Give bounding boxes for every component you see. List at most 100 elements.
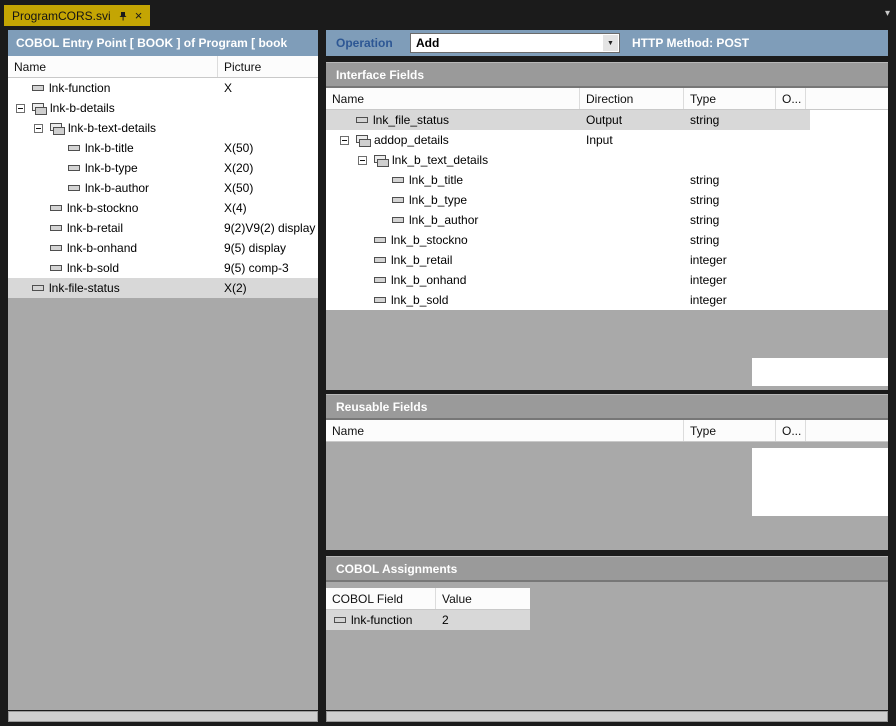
table-row[interactable]: lnk-b-details <box>8 98 318 118</box>
table-row[interactable]: lnk-function X <box>8 78 318 98</box>
field-name: lnk_b_retail <box>391 253 452 267</box>
table-row[interactable]: lnk-b-author X(50) <box>8 178 318 198</box>
column-header-occurs[interactable]: O... <box>776 88 806 109</box>
picture-value: X(20) <box>218 158 318 178</box>
field-icon <box>374 297 386 303</box>
table-row[interactable]: lnk_b_stockno string <box>326 230 888 250</box>
type-value: integer <box>684 250 776 270</box>
table-row-selected[interactable]: lnk-function 2 <box>326 610 530 630</box>
table-row[interactable]: addop_details Input <box>326 130 888 150</box>
column-header-value[interactable]: Value <box>436 588 530 609</box>
entry-point-table: Name Picture lnk-function X lnk-b-detail… <box>8 56 318 298</box>
field-icon <box>32 285 44 291</box>
horizontal-scrollbar[interactable] <box>326 711 888 722</box>
section-title: Reusable Fields <box>326 394 888 420</box>
reusable-fields-pane: Reusable Fields Name Type O... <box>326 394 888 550</box>
field-name: lnk-function <box>351 613 412 627</box>
field-icon <box>392 177 404 183</box>
table-row[interactable]: lnk-b-stockno X(4) <box>8 198 318 218</box>
table-row[interactable]: lnk_b_title string <box>326 170 888 190</box>
operation-select[interactable]: Add ▼ <box>410 33 620 53</box>
direction-value <box>580 290 684 310</box>
section-title: COBOL Assignments <box>326 556 888 582</box>
dropdown-arrow-icon[interactable]: ▼ <box>603 35 618 51</box>
panel-title: COBOL Entry Point [ BOOK ] of Program [ … <box>8 30 318 56</box>
type-value: string <box>684 230 776 250</box>
table-row[interactable]: lnk_b_text_details <box>326 150 888 170</box>
collapse-toggle-icon[interactable] <box>358 156 367 165</box>
field-name: lnk-b-sold <box>67 261 119 275</box>
direction-value <box>580 190 684 210</box>
field-name: lnk_file_status <box>373 113 449 127</box>
field-name: lnk-b-author <box>85 181 149 195</box>
table-row[interactable]: lnk_b_author string <box>326 210 888 230</box>
type-value: integer <box>684 270 776 290</box>
field-icon <box>68 145 80 151</box>
field-name: lnk-file-status <box>49 281 120 295</box>
interface-fields-pane: Interface Fields Name Direction Type O..… <box>326 62 888 390</box>
field-name: lnk_b_onhand <box>391 273 466 287</box>
table-row[interactable]: lnk_b_sold integer <box>326 290 888 310</box>
field-name: lnk-b-retail <box>67 221 123 235</box>
collapse-toggle-icon[interactable] <box>16 104 25 113</box>
column-header-name[interactable]: Name <box>8 56 218 77</box>
table-row[interactable]: lnk_b_onhand integer <box>326 270 888 290</box>
table-row[interactable]: lnk-b-title X(50) <box>8 138 318 158</box>
table-row[interactable]: lnk-b-sold 9(5) comp-3 <box>8 258 318 278</box>
chevron-down-icon[interactable]: ▾ <box>885 8 890 19</box>
interface-fields-table: Name Direction Type O... lnk_file_status… <box>326 88 888 310</box>
picture-value: X <box>218 78 318 98</box>
assignment-value: 2 <box>436 610 530 630</box>
field-name: lnk_b_author <box>409 213 478 227</box>
document-tab[interactable]: ProgramCORS.svi × <box>4 5 150 26</box>
column-header-type[interactable]: Type <box>684 420 776 441</box>
field-name: lnk_b_text_details <box>392 153 488 167</box>
group-icon <box>32 103 46 114</box>
collapse-toggle-icon[interactable] <box>34 124 43 133</box>
field-icon <box>68 165 80 171</box>
table-row[interactable]: lnk-b-text-details <box>8 118 318 138</box>
field-icon <box>50 205 62 211</box>
table-row[interactable]: lnk-b-type X(20) <box>8 158 318 178</box>
cobol-assignments-pane: COBOL Assignments COBOL Field Value lnk-… <box>326 556 888 710</box>
column-header-name[interactable]: Name <box>326 88 580 109</box>
type-value: string <box>684 170 776 190</box>
cobol-assignments-table: COBOL Field Value lnk-function 2 <box>326 588 530 630</box>
table-row[interactable]: lnk-b-retail 9(2)V9(2) display <box>8 218 318 238</box>
table-row[interactable]: lnk-b-onhand 9(5) display <box>8 238 318 258</box>
direction-value <box>580 150 684 170</box>
http-method-label: HTTP Method: POST <box>632 36 749 50</box>
table-header-row: COBOL Field Value <box>326 588 530 610</box>
picture-value <box>218 118 318 138</box>
close-icon[interactable]: × <box>135 11 143 21</box>
table-row[interactable]: lnk_b_type string <box>326 190 888 210</box>
empty-cell-area <box>752 448 888 516</box>
column-header-direction[interactable]: Direction <box>580 88 684 109</box>
column-header-occurs[interactable]: O... <box>776 420 806 441</box>
type-value: string <box>684 190 776 210</box>
group-icon <box>50 123 64 134</box>
field-name: lnk-b-type <box>85 161 138 175</box>
field-name: lnk_b_type <box>409 193 467 207</box>
table-row[interactable]: lnk_b_retail integer <box>326 250 888 270</box>
collapse-toggle-icon[interactable] <box>340 136 349 145</box>
type-value: string <box>684 210 776 230</box>
direction-value <box>580 230 684 250</box>
pin-icon[interactable] <box>118 11 128 21</box>
operation-bar: Operation Add ▼ HTTP Method: POST <box>326 30 888 56</box>
column-header-name[interactable]: Name <box>326 420 684 441</box>
picture-value: X(50) <box>218 178 318 198</box>
column-header-picture[interactable]: Picture <box>218 56 318 77</box>
type-value <box>684 150 776 170</box>
picture-value: X(4) <box>218 198 318 218</box>
column-header-type[interactable]: Type <box>684 88 776 109</box>
column-header-filler <box>806 420 888 441</box>
type-value: string <box>684 110 776 130</box>
ide-window: ProgramCORS.svi × ▾ COBOL Entry Point [ … <box>0 0 896 726</box>
field-icon <box>68 185 80 191</box>
column-header-cobol-field[interactable]: COBOL Field <box>326 588 436 609</box>
table-row-selected[interactable]: lnk_file_status Output string <box>326 110 888 130</box>
horizontal-scrollbar[interactable] <box>8 711 318 722</box>
table-row-selected[interactable]: lnk-file-status X(2) <box>8 278 318 298</box>
picture-value: X(2) <box>218 278 318 298</box>
